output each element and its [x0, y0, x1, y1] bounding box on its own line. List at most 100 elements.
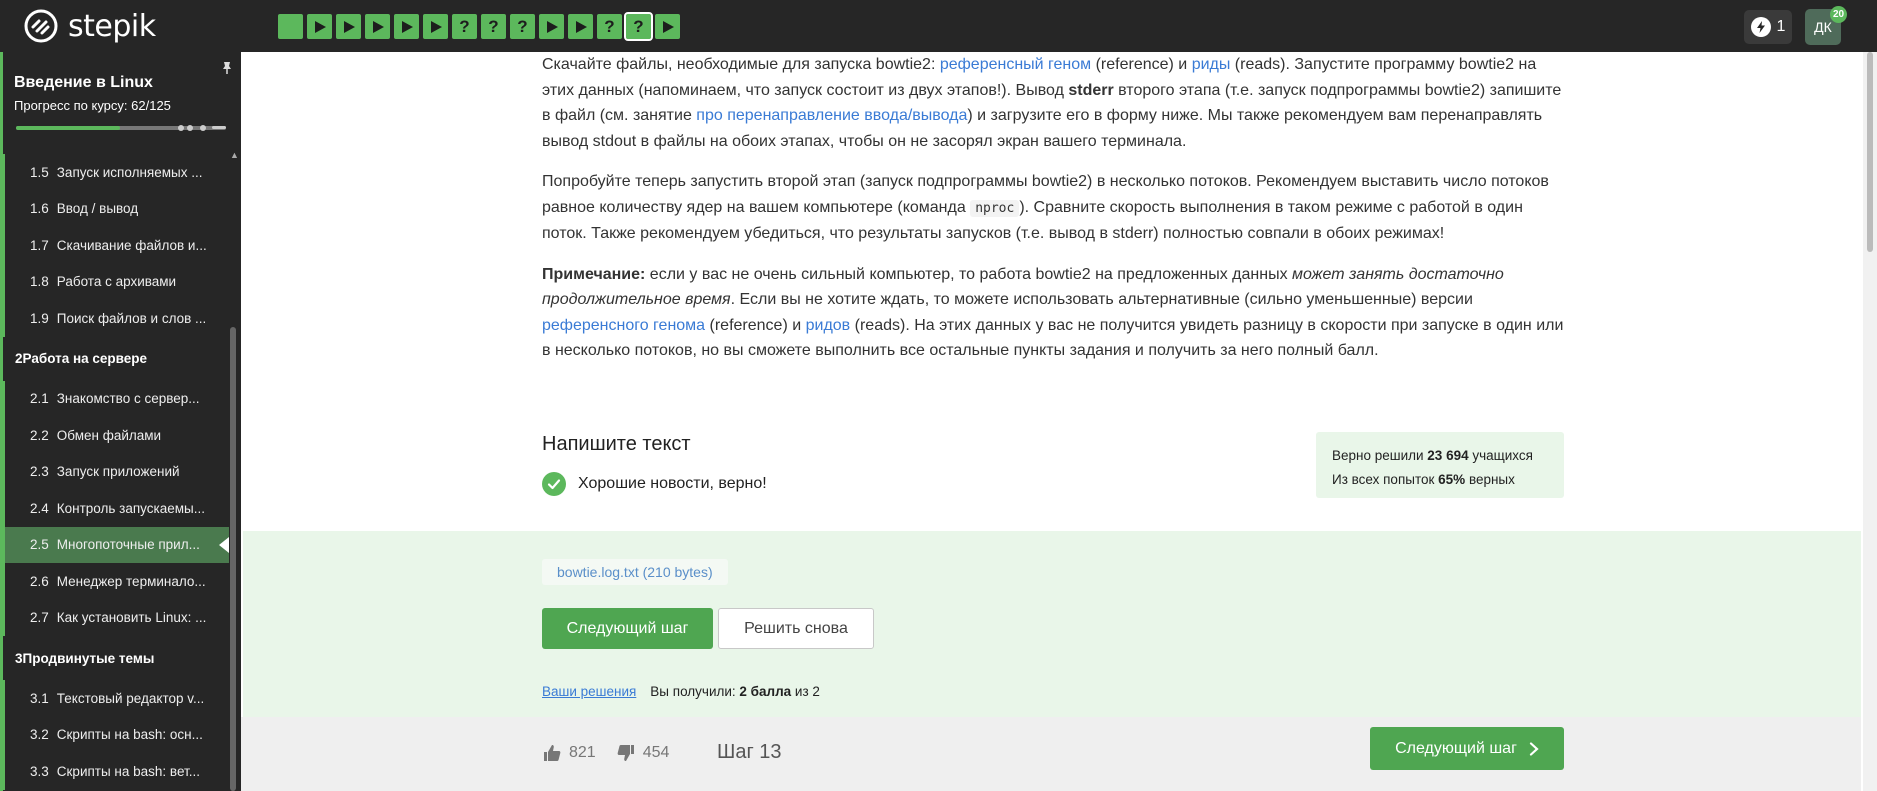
sidebar-item-3.2[interactable]: 3.2 Скрипты на bash: осн... [3, 716, 229, 753]
pin-icon[interactable] [220, 61, 234, 75]
sidebar-item-label: Скрипты на bash: осн... [56, 727, 203, 743]
sidebar-section-2[interactable]: 2 Работа на сервере [3, 337, 229, 381]
page-scroll-thumb[interactable] [1867, 52, 1873, 252]
sidebar-item-1.5[interactable]: 1.5 Запуск исполняемых ... [3, 154, 229, 191]
question-icon: ? [488, 16, 499, 36]
step-quiz-7[interactable]: ? [452, 14, 477, 39]
play-icon [343, 20, 355, 33]
thumbs-down-icon[interactable] [616, 743, 636, 763]
stepik-logo-icon [24, 9, 58, 43]
score-value: 2 балла [739, 684, 792, 699]
text: если у вас не очень сильный компьютер, т… [645, 265, 1293, 283]
sidebar-item-number: 1.7 [30, 237, 49, 253]
sidebar-item-2.4[interactable]: 2.4 Контроль запускаемы... [3, 490, 229, 527]
sidebar-item-number: 1.9 [30, 310, 49, 326]
sidebar-section-3[interactable]: 3 Продвинутые темы [3, 636, 229, 680]
sidebar-item-2.3[interactable]: 2.3 Запуск приложений [3, 453, 229, 490]
task-stats: Верно решили 23 694 учащихся Из всех поп… [1316, 432, 1564, 498]
reference-genome-link[interactable]: референсный геном [940, 56, 1091, 73]
step-video-6[interactable] [423, 14, 448, 39]
sidebar-scroll-thumb[interactable] [230, 327, 236, 791]
sidebar-item-3.3[interactable]: 3.3 Скрипты на bash: вет... [3, 753, 229, 790]
sidebar-item-label: Скрипты на bash: вет... [56, 763, 200, 779]
score-line: Ваши решения Вы получили: 2 балла из 2 [542, 684, 820, 699]
step-video-3[interactable] [336, 14, 361, 39]
progress-markers [178, 125, 228, 131]
paragraph-2: Попробуйте теперь запустить второй этап … [542, 169, 1564, 247]
step-quiz-12[interactable]: ? [597, 14, 622, 39]
sidebar-item-label: Обмен файлами [56, 427, 162, 443]
sidebar-item-number: 2.2 [30, 427, 49, 443]
notification-badge: 20 [1830, 6, 1847, 23]
text: из 2 [791, 684, 820, 699]
solve-again-button[interactable]: Решить снова [718, 608, 874, 649]
avatar-initials: ДК [1814, 19, 1832, 35]
step-quiz-13[interactable]: ? [624, 12, 653, 41]
energy-count: 1 [1776, 18, 1786, 35]
sidebar-item-2.6[interactable]: 2.6 Менеджер терминало... [3, 563, 229, 600]
top-bar: stepik ????? 1 ДК 20 [0, 0, 1877, 52]
scroll-up-icon[interactable]: ▲ [230, 150, 239, 160]
sidebar-item-label: Продвинутые темы [22, 650, 155, 666]
paragraph-3: Примечание: если у вас не очень сильный … [542, 262, 1564, 364]
step-video-10[interactable] [539, 14, 564, 39]
step-video-14[interactable] [655, 14, 680, 39]
sidebar-item-2.1[interactable]: 2.1 Знакомство с сервер... [3, 380, 229, 417]
sidebar-item-number: 3.3 [30, 763, 49, 779]
next-step-button[interactable]: Следующий шаг [542, 608, 713, 649]
course-title[interactable]: Введение в Linux [14, 74, 153, 92]
sidebar-item-label: Поиск файлов и слов ... [56, 310, 207, 326]
answer-panel: bowtie.log.txt (210 bytes) Следующий шаг… [243, 531, 1861, 717]
step-quiz-9[interactable]: ? [510, 14, 535, 39]
course-progress-fill [16, 126, 121, 130]
text: (reference) и [705, 316, 806, 334]
sidebar-item-2.7[interactable]: 2.7 Как установить Linux: ... [3, 599, 229, 636]
sidebar-item-number: 2.1 [30, 391, 49, 407]
step-quiz-8[interactable]: ? [481, 14, 506, 39]
small-reads-link[interactable]: ридов [806, 317, 851, 334]
small-reference-genome-link[interactable]: референсного генома [542, 317, 705, 334]
sidebar-item-3.1[interactable]: 3.1 Текстовый редактор v... [3, 680, 229, 717]
question-icon: ? [604, 16, 615, 36]
attempts-stat: Из всех попыток 65% верных [1332, 468, 1548, 492]
sidebar-item-label: Работа на сервере [22, 351, 148, 366]
energy-counter[interactable]: 1 [1744, 10, 1792, 44]
sidebar-item-label: Работа с архивами [56, 274, 177, 290]
your-solutions-link[interactable]: Ваши решения [542, 684, 636, 699]
thumbs-up-icon[interactable] [542, 743, 562, 763]
text: Верно решили [1332, 448, 1428, 463]
step-video-2[interactable] [307, 14, 332, 39]
play-icon [430, 20, 442, 33]
play-icon [662, 20, 674, 33]
next-step-label: Следующий шаг [1395, 739, 1517, 757]
page-scrollbar[interactable] [1863, 52, 1877, 791]
lesson-nav: 1.5 Запуск исполняемых ... 1.6 Ввод / вывод… [3, 154, 229, 790]
step-video-11[interactable] [568, 14, 593, 39]
check-circle-icon [542, 472, 566, 496]
sidebar-item-1.8[interactable]: 1.8 Работа с архивами [3, 263, 229, 300]
text: Вы получили: [650, 684, 740, 699]
sidebar-scrollbar[interactable]: ▲ [230, 150, 239, 791]
step-video-4[interactable] [365, 14, 390, 39]
stepik-logo[interactable]: stepik [24, 9, 156, 44]
verdict: Хорошие новости, верно! [542, 472, 767, 496]
reads-link[interactable]: риды [1192, 56, 1231, 73]
sidebar-item-2.2[interactable]: 2.2 Обмен файлами [3, 417, 229, 454]
sidebar-item-1.9[interactable]: 1.9 Поиск файлов и слов ... [3, 300, 229, 337]
redirection-lesson-link[interactable]: про перенаправление ввода/вывода [696, 107, 967, 124]
sidebar-item-1.6[interactable]: 1.6 Ввод / вывод [3, 190, 229, 227]
step-video-5[interactable] [394, 14, 419, 39]
sidebar-item-1.7[interactable]: 1.7 Скачивание файлов и... [3, 227, 229, 264]
verdict-text: Хорошие новости, верно! [578, 475, 767, 492]
step-text-1[interactable] [278, 14, 303, 39]
stderr-bold: stderr [1068, 81, 1114, 99]
next-step-footer-button[interactable]: Следующий шаг [1370, 727, 1564, 770]
main-content: Скачайте файлы, необходимые для запуска … [241, 52, 1861, 791]
sidebar-item-label: Скачивание файлов и... [56, 237, 207, 253]
question-icon: ? [459, 16, 470, 36]
uploaded-file[interactable]: bowtie.log.txt (210 bytes) [542, 559, 728, 585]
play-icon [546, 20, 558, 33]
sidebar-item-2.5[interactable]: 2.5 Многопоточные прил... [3, 526, 229, 563]
chevron-right-icon [1529, 741, 1539, 756]
attempts-pct: 65% [1438, 472, 1466, 487]
